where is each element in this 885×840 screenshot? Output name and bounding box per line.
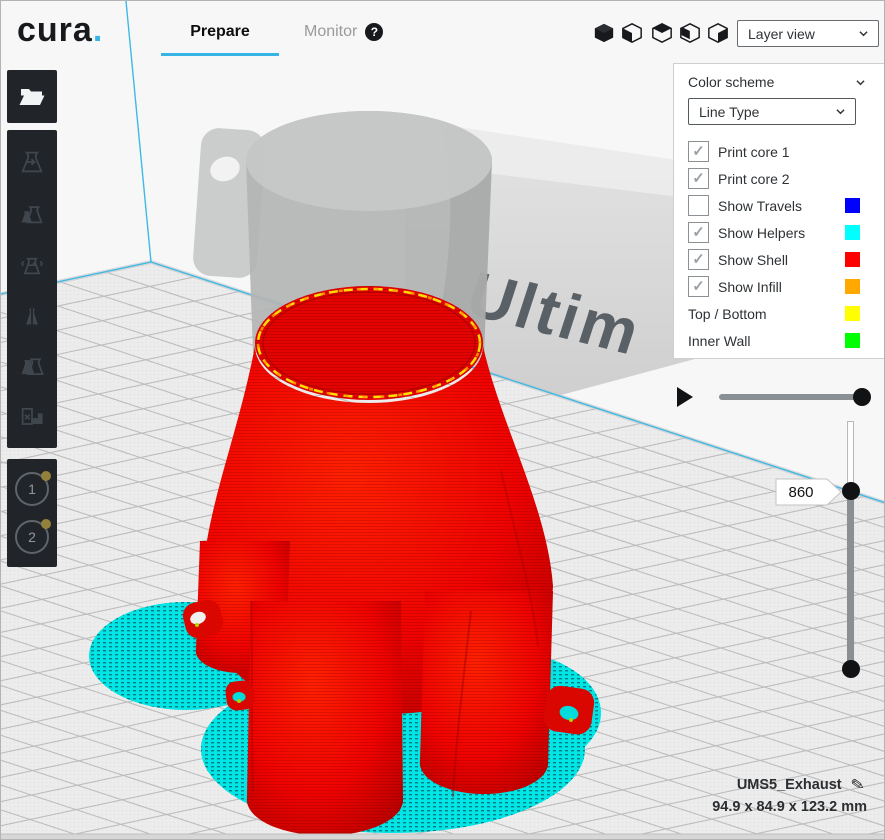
- row-label: Print core 2: [718, 171, 790, 187]
- extruder-1-material-dot: [41, 471, 51, 481]
- tab-prepare[interactable]: Prepare: [161, 23, 279, 41]
- simulation-slider-handle[interactable]: [853, 388, 871, 406]
- layer-slider-track-lower[interactable]: [847, 491, 854, 677]
- per-model-settings-button[interactable]: [7, 340, 57, 391]
- legend-row-show-travels: Show Travels: [688, 192, 860, 219]
- color-scheme-value: Line Type: [699, 104, 759, 120]
- color-swatch: [845, 306, 860, 321]
- color-scheme-label: Color scheme: [688, 74, 774, 90]
- view-left-icon[interactable]: [679, 22, 701, 44]
- current-layer-value: 860: [775, 478, 827, 506]
- rotate-tool-button[interactable]: [7, 238, 57, 289]
- tab-monitor-label: Monitor: [304, 23, 357, 41]
- extruder-2-material-dot: [41, 519, 51, 529]
- checkbox[interactable]: ✓: [688, 222, 709, 243]
- legend-row-inner-wall: Inner Wall: [688, 327, 860, 354]
- checkbox[interactable]: ✓: [688, 168, 709, 189]
- current-layer-flag: 860: [775, 478, 843, 506]
- view-mode-dropdown[interactable]: Layer view: [737, 20, 879, 47]
- row-label: Top / Bottom: [688, 306, 767, 322]
- color-swatch: [845, 225, 860, 240]
- simulation-slider-track[interactable]: [719, 394, 865, 400]
- checkbox[interactable]: ✓: [688, 276, 709, 297]
- row-label: Show Helpers: [718, 225, 805, 241]
- model-tab-lower-left: [225, 680, 256, 712]
- extruder-panel: 1 2: [7, 459, 57, 567]
- row-label: Inner Wall: [688, 333, 751, 349]
- cura-logo: cura.: [17, 11, 103, 50]
- tab-monitor[interactable]: Monitor ?: [304, 23, 383, 41]
- open-file-button[interactable]: [7, 70, 57, 123]
- view-front-icon[interactable]: [621, 22, 643, 44]
- row-label: Show Travels: [718, 198, 802, 214]
- chevron-down-icon: [836, 107, 845, 116]
- scale-tool-button[interactable]: [7, 187, 57, 238]
- support-blocker-button[interactable]: [7, 391, 57, 442]
- extruder-1-button[interactable]: 1: [15, 472, 49, 506]
- model-tab-right: [542, 684, 596, 736]
- color-scheme-header[interactable]: Color scheme: [688, 74, 865, 90]
- checkbox[interactable]: ✓: [688, 141, 709, 162]
- model-dimensions: 94.9 x 84.9 x 123.2 mm: [712, 799, 867, 815]
- legend-row-print-core-1: ✓ Print core 1: [688, 138, 860, 165]
- window-bottom-strip: [1, 834, 885, 840]
- row-label: Show Shell: [718, 252, 788, 268]
- color-scheme-dropdown[interactable]: Line Type: [688, 98, 856, 125]
- model-top-layer: [255, 286, 483, 400]
- extruder-2-button[interactable]: 2: [15, 520, 49, 554]
- open-folder-icon: [19, 86, 45, 108]
- color-swatch: [845, 333, 860, 348]
- row-label: Print core 1: [718, 144, 790, 160]
- simulation-play-button[interactable]: [677, 387, 693, 407]
- help-icon[interactable]: ?: [365, 23, 383, 41]
- cura-window: Ultim: [0, 0, 885, 840]
- legend-row-print-core-2: ✓ Print core 2: [688, 165, 860, 192]
- layer-view-settings-panel: Color scheme Line Type ✓ Print core 1 ✓ …: [673, 63, 885, 359]
- active-tab-underline: [161, 53, 279, 56]
- color-swatch: [845, 198, 860, 213]
- tool-panel: [7, 130, 57, 448]
- checkbox[interactable]: ✓: [688, 249, 709, 270]
- legend-row-show-shell: ✓ Show Shell: [688, 246, 860, 273]
- view-right-icon[interactable]: [707, 22, 729, 44]
- checkbox[interactable]: [688, 195, 709, 216]
- legend-row-show-helpers: ✓ Show Helpers: [688, 219, 860, 246]
- rename-pencil-icon[interactable]: ✎: [849, 774, 866, 796]
- legend-rows: ✓ Print core 1 ✓ Print core 2 Show Trave…: [688, 138, 860, 354]
- view-mode-value: Layer view: [748, 26, 815, 42]
- chevron-down-icon: [859, 29, 868, 38]
- extruder-1-label: 1: [28, 481, 36, 497]
- view-3d-icon[interactable]: [593, 22, 615, 44]
- color-swatch: [845, 279, 860, 294]
- model-name-row: UMS5_Exhaust ✎: [737, 775, 864, 795]
- legend-row-top-bottom: Top / Bottom: [688, 300, 860, 327]
- color-swatch: [845, 252, 860, 267]
- model-name: UMS5_Exhaust: [737, 777, 842, 793]
- layer-slider-track-upper[interactable]: [847, 421, 854, 491]
- layer-slider-handle-bottom[interactable]: [842, 660, 860, 678]
- chevron-down-icon: [856, 78, 865, 87]
- view-top-icon[interactable]: [651, 22, 673, 44]
- extruder-2-label: 2: [28, 529, 36, 545]
- row-label: Show Infill: [718, 279, 782, 295]
- legend-row-show-infill: ✓ Show Infill: [688, 273, 860, 300]
- mirror-tool-button[interactable]: [7, 289, 57, 340]
- layer-slider-handle-top[interactable]: [842, 482, 860, 500]
- move-tool-button[interactable]: [7, 136, 57, 187]
